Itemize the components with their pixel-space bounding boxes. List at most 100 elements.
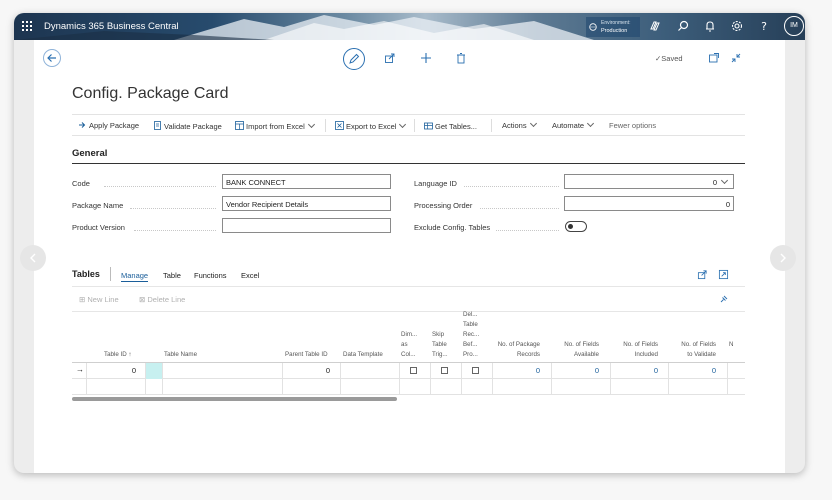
cell-no-fields-to-validate[interactable]: 0	[668, 366, 716, 375]
language-id-select[interactable]: 0	[564, 174, 734, 189]
apply-package-button[interactable]: Apply Package	[78, 121, 139, 130]
column-header-table-name[interactable]: Table Name	[164, 350, 197, 360]
cell-no-package-records[interactable]: 0	[492, 366, 540, 375]
arrow-left-icon	[47, 54, 56, 62]
column-header-skip-table-trig[interactable]: Skip Table Trig...	[432, 330, 448, 360]
cell-table-id[interactable]: 0	[86, 366, 136, 375]
environment-value: Production	[601, 28, 628, 34]
column-divider	[551, 363, 552, 395]
import-from-excel-button[interactable]: Import from Excel	[235, 120, 315, 131]
export-to-excel-button[interactable]: Export to Excel	[335, 120, 407, 131]
help-icon[interactable]: ?	[757, 19, 771, 33]
tables-header: Tables Manage Table Functions Excel	[72, 267, 745, 283]
tab-excel[interactable]: Excel	[241, 271, 259, 280]
checkbox-skip-table-trig[interactable]	[441, 367, 448, 374]
plus-icon[interactable]	[420, 52, 432, 64]
app-launcher-icon[interactable]	[22, 21, 33, 32]
trash-icon[interactable]	[455, 52, 467, 64]
column-divider	[492, 363, 493, 395]
leader-dots	[464, 186, 559, 187]
column-divider	[162, 363, 163, 395]
package-name-label: Package Name	[72, 201, 124, 210]
pin-icon[interactable]	[719, 294, 729, 304]
excel-icon	[335, 121, 344, 130]
cell-parent-table-id[interactable]: 0	[282, 366, 330, 375]
document-icon	[153, 121, 162, 130]
column-header-no-fields-included[interactable]: No. of Fields Included	[612, 340, 658, 360]
processing-order-label: Processing Order	[414, 201, 473, 210]
cell-no-fields-included[interactable]: 0	[610, 366, 658, 375]
validate-package-button[interactable]: Validate Package	[153, 121, 222, 131]
code-field[interactable]: BANK CONNECT	[222, 174, 391, 189]
column-divider	[727, 363, 728, 395]
tables-title[interactable]: Tables	[72, 269, 100, 279]
exclude-config-tables-toggle[interactable]	[565, 221, 587, 232]
collapse-icon[interactable]	[730, 52, 742, 64]
bell-icon[interactable]	[703, 19, 717, 33]
fewer-options-button[interactable]: Fewer options	[609, 121, 656, 130]
column-header-no-package-records[interactable]: No. of Package Records	[494, 340, 540, 360]
chevron-down-icon[interactable]	[307, 120, 315, 129]
environment-badge[interactable]: Environment: Production	[586, 17, 640, 37]
chevron-right-icon	[780, 253, 786, 263]
column-divider	[461, 363, 462, 395]
page-title: Config. Package Card	[72, 85, 229, 102]
back-button[interactable]	[43, 49, 61, 67]
divider	[325, 119, 326, 132]
actions-menu[interactable]: Actions	[502, 119, 537, 130]
table-row[interactable]	[72, 379, 745, 395]
checkbox-delete-table-records[interactable]	[472, 367, 479, 374]
code-label: Code	[72, 179, 90, 188]
row-selection-cell[interactable]	[145, 363, 162, 379]
divider	[72, 311, 745, 312]
copilot-icon[interactable]	[648, 19, 662, 33]
processing-order-field[interactable]: 0	[564, 196, 734, 211]
get-tables-button[interactable]: Get Tables...	[424, 121, 477, 131]
product-version-field[interactable]	[222, 218, 391, 233]
automate-menu[interactable]: Automate	[552, 119, 595, 130]
tab-manage[interactable]: Manage	[121, 271, 149, 282]
general-section-title[interactable]: General	[72, 148, 107, 159]
edit-button[interactable]	[343, 48, 365, 70]
horizontal-scrollbar[interactable]	[72, 397, 397, 401]
search-icon[interactable]	[676, 19, 690, 33]
package-name-field[interactable]: Vendor Recipient Details	[222, 196, 391, 211]
share-icon[interactable]	[697, 269, 708, 280]
leader-dots	[130, 208, 216, 209]
row-indicator-arrow-icon: →	[76, 365, 84, 374]
column-divider	[399, 363, 400, 395]
user-avatar[interactable]: IM	[784, 16, 804, 36]
divider	[110, 267, 111, 281]
column-header-truncated[interactable]: N	[729, 340, 733, 350]
cell-no-fields-available[interactable]: 0	[551, 366, 599, 375]
expand-icon[interactable]	[718, 269, 729, 280]
column-header-table-id[interactable]: Table ID ↑	[104, 350, 132, 360]
previous-record-button[interactable]	[20, 245, 46, 271]
saved-status: ✓Saved	[655, 54, 683, 63]
column-header-no-fields-to-validate[interactable]: No. of Fields to Validate	[670, 340, 716, 360]
divider	[491, 119, 492, 132]
tab-functions[interactable]: Functions	[194, 271, 227, 280]
column-header-dim-as-col[interactable]: Dim... as Col...	[401, 330, 417, 360]
column-header-delete-table-records[interactable]: Del... Table Rec... Bef... Pro...	[463, 310, 479, 360]
config-package-card: ✓Saved Config. Package Card Apply Packag…	[34, 40, 785, 473]
column-divider	[668, 363, 669, 395]
next-record-button[interactable]	[770, 245, 796, 271]
tab-table[interactable]: Table	[163, 271, 181, 280]
open-new-window-icon[interactable]	[708, 52, 720, 64]
divider	[72, 286, 745, 287]
exclude-config-tables-label: Exclude Config. Tables	[414, 223, 491, 232]
chevron-down-icon[interactable]	[399, 120, 407, 129]
leader-dots	[134, 230, 216, 231]
table-row[interactable]: → 0 0 0 0 0 0	[72, 363, 745, 379]
environment-label: Environment:	[601, 20, 631, 26]
app-title[interactable]: Dynamics 365 Business Central	[44, 21, 179, 32]
column-header-data-template[interactable]: Data Template	[343, 350, 383, 360]
column-header-parent-table-id[interactable]: Parent Table ID	[285, 350, 328, 360]
column-header-no-fields-available[interactable]: No. of Fields Available	[553, 340, 599, 360]
delete-line-button[interactable]: ⊠ Delete Line	[139, 295, 185, 304]
share-icon[interactable]	[384, 52, 396, 64]
new-line-button[interactable]: ⊞ New Line	[79, 295, 119, 304]
checkbox-dim-as-col[interactable]	[410, 367, 417, 374]
gear-icon[interactable]	[730, 19, 744, 33]
